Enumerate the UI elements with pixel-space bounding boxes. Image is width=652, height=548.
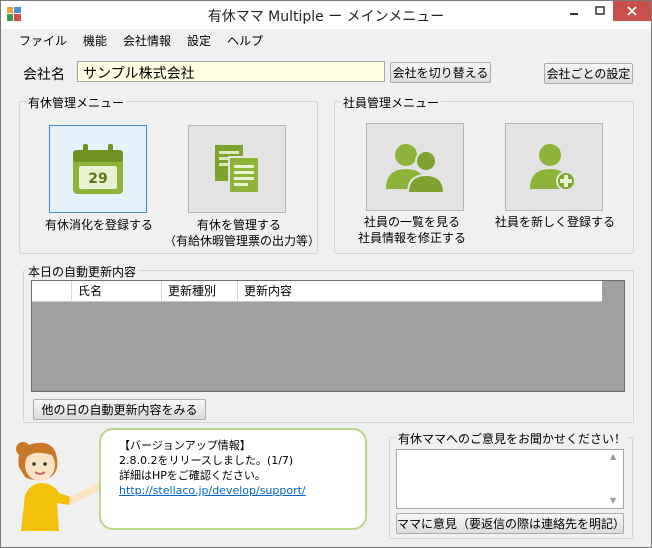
minimize-button[interactable]	[561, 1, 587, 21]
news-line2: 詳細はHPをご確認ください。	[119, 469, 266, 482]
documents-icon	[215, 145, 260, 194]
staff-menu-group: 社員管理メニュー 社員の一覧を見る 社員情報を修正する 社員を新しく登録する	[334, 94, 634, 254]
yukyu-menu-group: 有休管理メニュー 29 有休消化を登録する 有休を管理する （有給休暇管理票の出…	[19, 94, 321, 254]
scroll-down-icon[interactable]: ▼	[610, 496, 621, 506]
staff-list-label-line1: 社員の一覧を見る	[363, 215, 460, 229]
manage-leave-label-line1: 有休を管理する	[196, 218, 281, 232]
company-settings-button[interactable]: 会社ごとの設定	[544, 63, 633, 84]
calendar-day-number: 29	[88, 171, 107, 187]
scroll-up-icon[interactable]: ▲	[610, 452, 621, 462]
grid-header-cell[interactable]	[32, 281, 72, 302]
calendar-icon: 29	[73, 144, 123, 194]
people-icon	[386, 144, 446, 194]
maximize-icon	[595, 6, 605, 15]
grid-header-update-content[interactable]: 更新内容	[238, 281, 602, 302]
auto-update-grid[interactable]: 氏名 更新種別 更新内容	[31, 280, 625, 392]
mascot-illustration	[16, 442, 104, 531]
app-window: 有休ママ Multiple ー メインメニュー ファイル 機能 会社情報 設定 …	[0, 0, 652, 548]
news-heading: 【バージョンアップ情報】	[119, 439, 251, 452]
title-bar[interactable]: 有休ママ Multiple ー メインメニュー	[1, 1, 651, 29]
manage-leave-label: 有休を管理する （有給休暇管理票の出力等）	[164, 217, 321, 249]
window-title: 有休ママ Multiple ー メインメニュー	[207, 9, 445, 25]
register-leave-tile[interactable]: 29	[49, 125, 147, 213]
grid-header-row: 氏名 更新種別 更新内容	[32, 281, 602, 302]
menu-functions[interactable]: 機能	[75, 32, 115, 49]
feedback-textarea[interactable]: ▲ ▼	[396, 449, 624, 509]
menu-settings[interactable]: 設定	[179, 32, 219, 49]
manage-leave-label-line2: （有給休暇管理票の出力等）	[164, 234, 321, 248]
news-bubble: 【バージョンアップ情報】 2.8.0.2をリリースしました。(1/7) 詳細はH…	[99, 428, 367, 530]
switch-company-button[interactable]: 会社を切り替える	[390, 62, 491, 83]
add-staff-label: 社員を新しく登録する	[494, 215, 615, 229]
staff-list-label: 社員の一覧を見る 社員情報を修正する	[347, 214, 477, 246]
manage-leave-tile[interactable]	[188, 125, 286, 213]
add-person-icon	[530, 144, 576, 191]
feedback-group: 有休ママへのご意見をお聞かせください！ ▲ ▼ ママに意見（要返信の際は連絡先を…	[389, 430, 633, 539]
menu-bar: ファイル 機能 会社情報 設定 ヘルプ	[1, 29, 651, 51]
company-name-label: 会社名	[23, 67, 65, 83]
close-icon	[627, 6, 637, 16]
other-days-updates-button[interactable]: 他の日の自動更新内容をみる	[33, 399, 206, 420]
staff-list-tile[interactable]	[366, 123, 464, 211]
grid-header-update-type[interactable]: 更新種別	[162, 281, 238, 302]
menu-company-info[interactable]: 会社情報	[115, 32, 179, 49]
news-line1: 2.8.0.2をリリースしました。(1/7)	[119, 454, 294, 467]
grid-header-name[interactable]: 氏名	[72, 281, 162, 302]
news-text: 【バージョンアップ情報】 2.8.0.2をリリースしました。(1/7) 詳細はH…	[119, 438, 306, 498]
support-link[interactable]: http://stellaco.jp/develop/support/	[119, 483, 306, 498]
staff-list-label-line2: 社員情報を修正する	[357, 231, 466, 245]
add-staff-tile[interactable]	[505, 123, 603, 211]
register-leave-label: 有休消化を登録する	[45, 218, 154, 232]
close-button[interactable]	[613, 1, 651, 21]
menu-help[interactable]: ヘルプ	[219, 32, 271, 49]
menu-file[interactable]: ファイル	[11, 32, 75, 49]
feedback-title: 有休ママへのご意見をお聞かせください！	[396, 430, 629, 447]
staff-menu-title: 社員管理メニュー	[341, 94, 442, 111]
auto-update-title: 本日の自動更新内容	[26, 263, 139, 280]
company-name-field[interactable]: サンプル株式会社	[77, 61, 385, 82]
yukyu-menu-title: 有休管理メニュー	[26, 94, 127, 111]
send-feedback-button[interactable]: ママに意見（要返信の際は連絡先を明記）	[396, 513, 625, 534]
maximize-button[interactable]	[587, 1, 613, 21]
minimize-icon	[570, 13, 578, 15]
